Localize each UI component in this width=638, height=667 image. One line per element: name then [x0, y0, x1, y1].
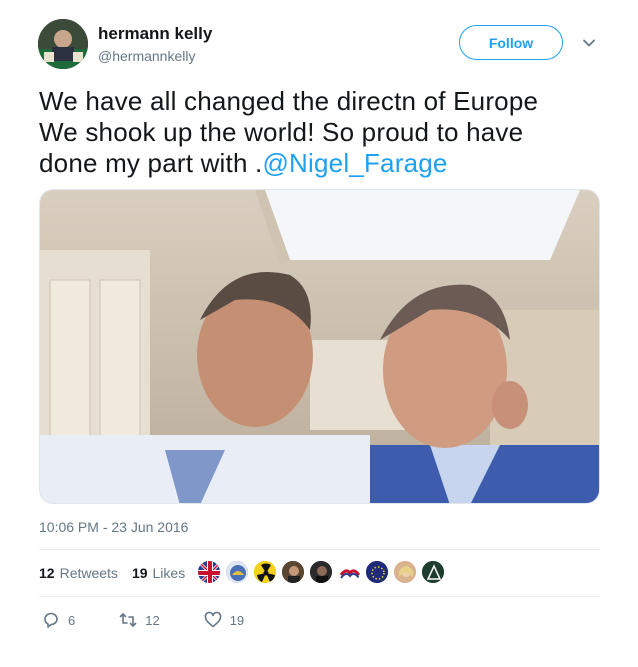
reply-count: 6: [68, 612, 76, 628]
retweet-count: 12: [145, 612, 160, 628]
tweet-text: We have all changed the directn of Europ…: [39, 86, 609, 179]
retweet-icon: [119, 613, 137, 627]
tweet-actions: 6 12 19: [42, 611, 288, 629]
like-count: 19: [229, 612, 245, 628]
likes-stat[interactable]: 19 Likes: [132, 565, 185, 581]
liker-avatars: [197, 560, 445, 584]
likes-label: Likes: [152, 565, 186, 581]
avatar[interactable]: [197, 560, 221, 584]
reply-button[interactable]: 6: [42, 611, 75, 629]
retweet-button[interactable]: 12: [119, 611, 160, 629]
avatar[interactable]: [393, 560, 417, 584]
divider: [39, 549, 600, 550]
avatar[interactable]: [337, 560, 361, 584]
tweet-text-line: We shook up the world! So proud to have: [39, 117, 524, 147]
likes-count: 19: [131, 565, 148, 581]
tweet-text-fragment: done my part with .: [39, 148, 263, 178]
avatar[interactable]: [281, 560, 305, 584]
reply-icon: [44, 612, 58, 628]
retweets-stat[interactable]: 12 Retweets: [39, 565, 118, 581]
avatar[interactable]: [253, 560, 277, 584]
follow-button[interactable]: Follow: [459, 25, 563, 60]
user-handle[interactable]: @hermannkelly: [98, 48, 195, 64]
display-name[interactable]: hermann kelly: [98, 24, 212, 44]
chevron-down-icon[interactable]: [582, 36, 596, 50]
heart-icon: [204, 611, 222, 628]
tweet-timestamp[interactable]: 10:06 PM - 23 Jun 2016: [39, 519, 188, 535]
avatar[interactable]: [365, 560, 389, 584]
divider: [39, 596, 600, 597]
tweet-photo[interactable]: [39, 189, 600, 504]
avatar[interactable]: [421, 560, 445, 584]
like-button[interactable]: 19: [204, 611, 244, 629]
retweets-label: Retweets: [59, 565, 118, 581]
retweets-count: 12: [39, 565, 55, 581]
avatar[interactable]: [309, 560, 333, 584]
mention-link[interactable]: @Nigel_Farage: [262, 148, 447, 178]
tweet-text-line: We have all changed the directn of Europ…: [39, 86, 539, 116]
tweet-text-line: done my part with .@Nigel_Farage: [39, 148, 609, 179]
avatar[interactable]: [38, 19, 88, 69]
tweet-stats: 12 Retweets 19 Likes: [39, 565, 185, 581]
avatar[interactable]: [225, 560, 249, 584]
